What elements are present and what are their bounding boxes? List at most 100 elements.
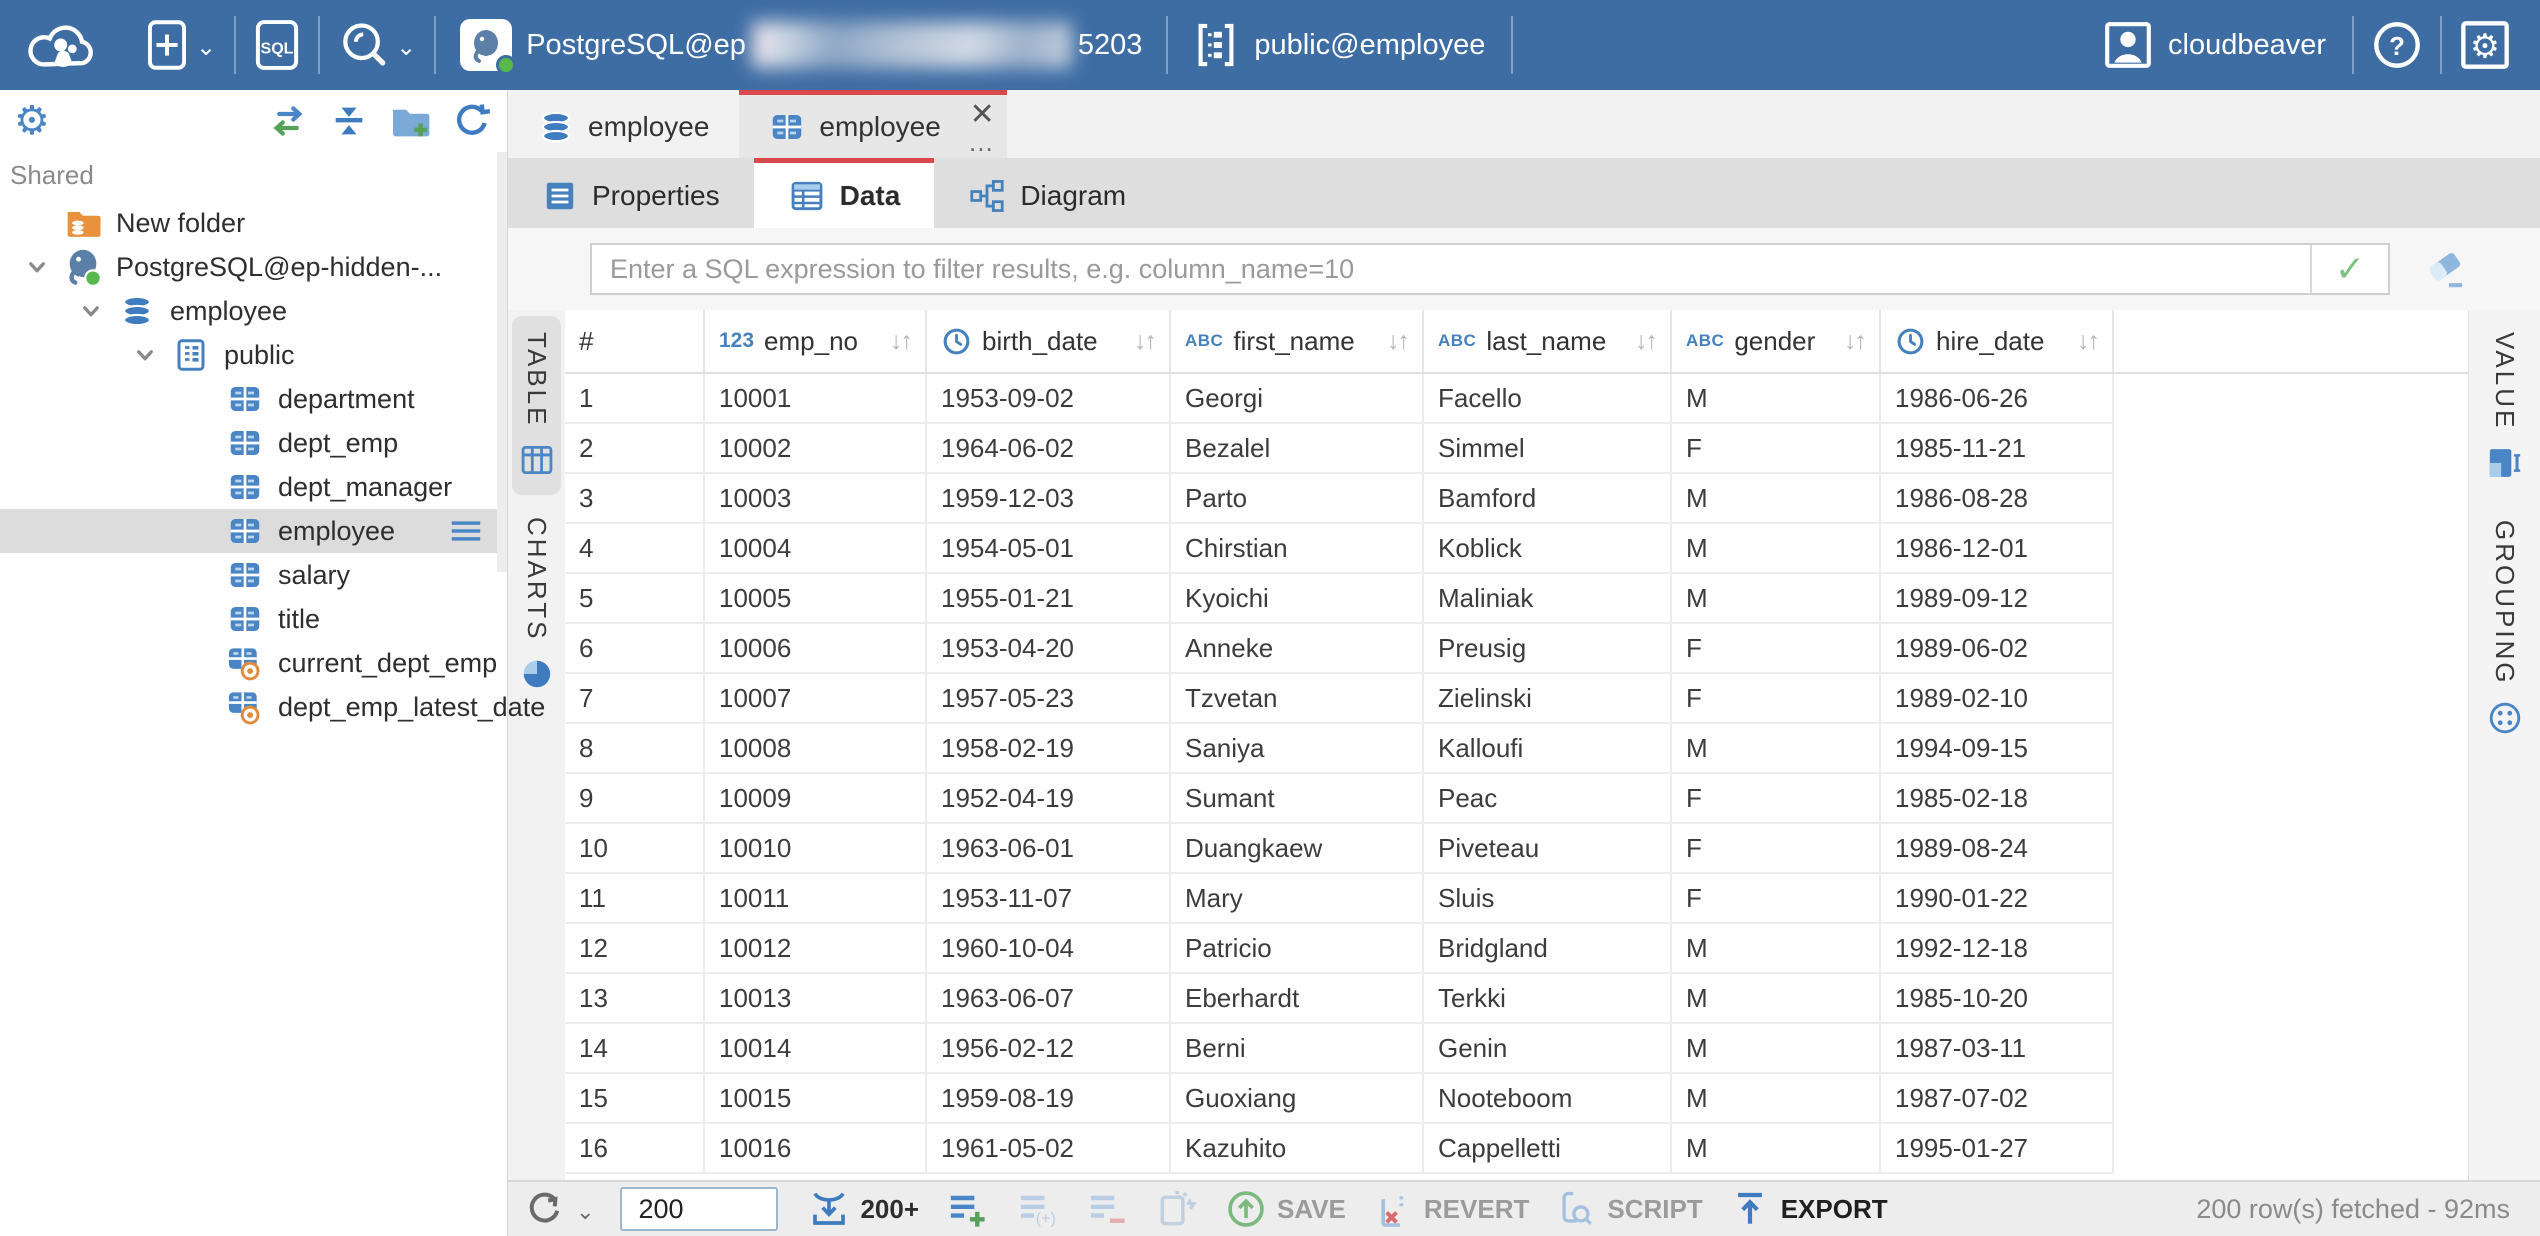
cell-emp_no[interactable]: 10009 [705, 774, 927, 824]
new-object-button[interactable]: ⌄ [126, 0, 234, 90]
cell-last_name[interactable]: Bridgland [1424, 924, 1672, 974]
cell-first_name[interactable]: Duangkaew [1171, 824, 1424, 874]
fetch-size-input[interactable] [620, 1187, 778, 1231]
sidebar-settings-gear-icon[interactable]: ⚙ [14, 101, 50, 141]
cell-emp_no[interactable]: 10015 [705, 1074, 927, 1124]
cell-last_name[interactable]: Cappelletti [1424, 1124, 1672, 1174]
row-index-cell[interactable]: 5 [565, 574, 705, 624]
cell-birth_date[interactable]: 1952-04-19 [927, 774, 1171, 824]
column-header-last_name[interactable]: ABClast_name↓↑ [1424, 310, 1672, 372]
cell-birth_date[interactable]: 1958-02-19 [927, 724, 1171, 774]
tab-data[interactable]: Data [754, 158, 935, 228]
cell-birth_date[interactable]: 1960-10-04 [927, 924, 1171, 974]
cell-birth_date[interactable]: 1953-04-20 [927, 624, 1171, 674]
cell-hire_date[interactable]: 1985-11-21 [1881, 424, 2114, 474]
cell-last_name[interactable]: Bamford [1424, 474, 1672, 524]
user-menu[interactable]: cloudbeaver [2078, 21, 2352, 69]
cell-gender[interactable]: M [1672, 974, 1881, 1024]
tab-diagram[interactable]: Diagram [934, 158, 1160, 228]
save-button[interactable]: SAVE [1225, 1188, 1346, 1230]
cell-emp_no[interactable]: 10001 [705, 374, 927, 424]
cell-gender[interactable]: F [1672, 624, 1881, 674]
tree-item-dept-emp[interactable]: dept_emp [0, 421, 507, 465]
cell-hire_date[interactable]: 1985-02-18 [1881, 774, 2114, 824]
tab-grouping-panel[interactable]: GROUPING [2480, 504, 2529, 752]
sort-arrows-icon[interactable]: ↓↑ [2077, 327, 2098, 356]
cell-hire_date[interactable]: 1987-03-11 [1881, 1024, 2114, 1074]
schema-selector[interactable]: public@employee [1168, 21, 1511, 69]
column-header-hire_date[interactable]: hire_date↓↑ [1881, 310, 2114, 372]
cell-hire_date[interactable]: 1986-08-28 [1881, 474, 2114, 524]
sql-filter-input[interactable] [592, 245, 2310, 293]
cell-emp_no[interactable]: 10003 [705, 474, 927, 524]
cell-gender[interactable]: F [1672, 424, 1881, 474]
cell-last_name[interactable]: Sluis [1424, 874, 1672, 924]
cell-first_name[interactable]: Saniya [1171, 724, 1424, 774]
cell-hire_date[interactable]: 1989-09-12 [1881, 574, 2114, 624]
cell-emp_no[interactable]: 10013 [705, 974, 927, 1024]
cell-emp_no[interactable]: 10007 [705, 674, 927, 724]
tree-item-current-dept-emp[interactable]: current_dept_emp [0, 641, 507, 685]
sidebar-scrollbar[interactable] [497, 152, 507, 572]
sql-editor-button[interactable]: SQL [236, 0, 318, 90]
apply-filter-button[interactable]: ✓ [2310, 245, 2388, 293]
cell-birth_date[interactable]: 1961-05-02 [927, 1124, 1171, 1174]
chevron-down-icon[interactable] [122, 340, 168, 370]
row-index-cell[interactable]: 4 [565, 524, 705, 574]
cell-gender[interactable]: M [1672, 524, 1881, 574]
row-index-cell[interactable]: 8 [565, 724, 705, 774]
sort-arrows-icon[interactable]: ↓↑ [890, 327, 911, 356]
tab-properties[interactable]: Properties [508, 158, 754, 228]
cell-birth_date[interactable]: 1953-11-07 [927, 874, 1171, 924]
row-index-cell[interactable]: 9 [565, 774, 705, 824]
cell-last_name[interactable]: Piveteau [1424, 824, 1672, 874]
tree-item-employee[interactable]: employee [0, 509, 507, 553]
cell-birth_date[interactable]: 1963-06-01 [927, 824, 1171, 874]
revert-button[interactable]: REVERT [1372, 1188, 1529, 1230]
cell-last_name[interactable]: Kalloufi [1424, 724, 1672, 774]
settings-button[interactable]: ⚙ [2442, 0, 2528, 90]
cell-first_name[interactable]: Guoxiang [1171, 1074, 1424, 1124]
cell-gender[interactable]: F [1672, 874, 1881, 924]
cell-emp_no[interactable]: 10004 [705, 524, 927, 574]
auto-refresh-button[interactable]: ⌄ [524, 1188, 594, 1230]
fetch-more-button[interactable]: 200+ [808, 1188, 919, 1230]
cell-birth_date[interactable]: 1957-05-23 [927, 674, 1171, 724]
script-button[interactable]: SCRIPT [1555, 1188, 1702, 1230]
refresh-icon[interactable] [451, 100, 493, 142]
tab-charts-presentation[interactable]: CHARTS [512, 501, 561, 707]
cell-hire_date[interactable]: 1989-06-02 [1881, 624, 2114, 674]
tree-item-employee[interactable]: employee [0, 289, 507, 333]
row-index-cell[interactable]: 11 [565, 874, 705, 924]
row-index-cell[interactable]: 12 [565, 924, 705, 974]
cell-emp_no[interactable]: 10008 [705, 724, 927, 774]
row-index-cell[interactable]: 3 [565, 474, 705, 524]
cloudbeaver-logo-icon[interactable] [20, 14, 104, 76]
cell-emp_no[interactable]: 10011 [705, 874, 927, 924]
tab-menu-icon[interactable]: … [968, 127, 995, 158]
column-header-gender[interactable]: ABCgender↓↑ [1672, 310, 1881, 372]
cell-birth_date[interactable]: 1956-02-12 [927, 1024, 1171, 1074]
cell-last_name[interactable]: Peac [1424, 774, 1672, 824]
cell-birth_date[interactable]: 1959-12-03 [927, 474, 1171, 524]
add-row-button[interactable] [945, 1187, 989, 1231]
cell-emp_no[interactable]: 10010 [705, 824, 927, 874]
cell-hire_date[interactable]: 1986-12-01 [1881, 524, 2114, 574]
cell-birth_date[interactable]: 1954-05-01 [927, 524, 1171, 574]
cell-last_name[interactable]: Nooteboom [1424, 1074, 1672, 1124]
cell-first_name[interactable]: Anneke [1171, 624, 1424, 674]
column-header-emp_no[interactable]: 123emp_no↓↑ [705, 310, 927, 372]
row-index-cell[interactable]: 16 [565, 1124, 705, 1174]
collapse-all-icon[interactable] [329, 101, 369, 141]
item-menu-icon[interactable] [447, 512, 485, 550]
cell-gender[interactable]: M [1672, 474, 1881, 524]
row-index-cell[interactable]: 2 [565, 424, 705, 474]
cell-hire_date[interactable]: 1986-06-26 [1881, 374, 2114, 424]
row-index-cell[interactable]: 15 [565, 1074, 705, 1124]
cell-birth_date[interactable]: 1964-06-02 [927, 424, 1171, 474]
cell-last_name[interactable]: Maliniak [1424, 574, 1672, 624]
cell-gender[interactable]: M [1672, 724, 1881, 774]
cell-hire_date[interactable]: 1992-12-18 [1881, 924, 2114, 974]
row-index-cell[interactable]: 10 [565, 824, 705, 874]
cell-birth_date[interactable]: 1955-01-21 [927, 574, 1171, 624]
